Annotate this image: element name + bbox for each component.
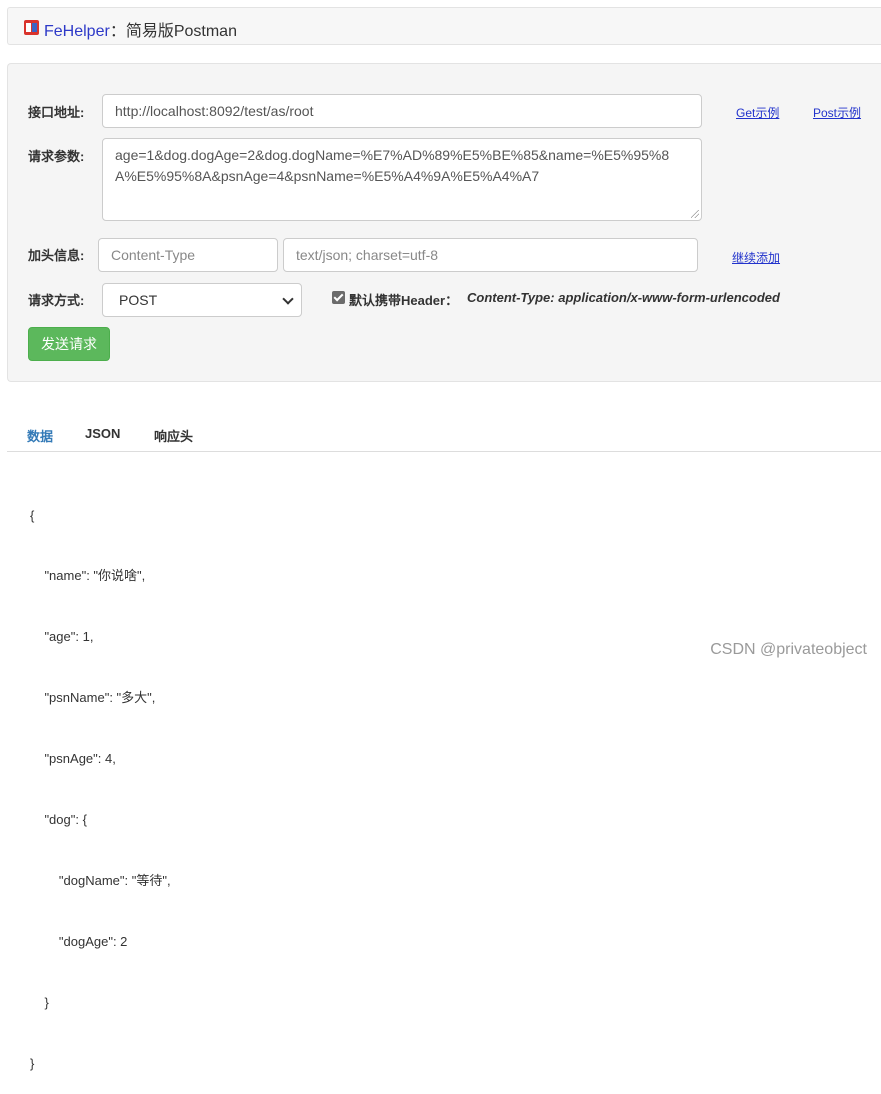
post-example-link[interactable]: Post示例 bbox=[813, 104, 861, 121]
chevron-down-icon bbox=[282, 293, 294, 305]
code-line: { bbox=[30, 507, 35, 523]
add-header-link[interactable]: 继续添加 bbox=[732, 249, 780, 266]
tab-json[interactable]: JSON bbox=[85, 426, 120, 441]
watermark: CSDN @privateobject bbox=[710, 641, 867, 658]
response-body: { "name": "你说啥", "age": 1, "psnName": "多… bbox=[30, 465, 171, 1094]
method-label: 请求方式: bbox=[28, 293, 85, 308]
brand-name: FeHelper bbox=[44, 23, 110, 40]
url-input[interactable]: http://localhost:8092/test/as/root bbox=[102, 94, 702, 128]
app-header: FeHelper：简易版Postman bbox=[7, 7, 881, 45]
default-header-checkbox[interactable] bbox=[332, 291, 345, 304]
code-line: "psnAge": 4, bbox=[30, 751, 116, 767]
code-line: "dogName": "等待", bbox=[30, 872, 171, 888]
method-selected: POST bbox=[119, 292, 158, 308]
params-label: 请求参数: bbox=[28, 149, 85, 164]
title-separator: ： bbox=[109, 23, 126, 40]
get-example-link[interactable]: Get示例 bbox=[736, 104, 779, 121]
page-title: FeHelper：简易版Postman bbox=[44, 17, 237, 41]
tab-response-headers[interactable]: 响应头 bbox=[154, 426, 193, 445]
send-request-button[interactable]: 发送请求 bbox=[28, 327, 110, 361]
title-subtitle: 简易版Postman bbox=[125, 23, 237, 40]
tabs-divider bbox=[7, 451, 881, 452]
code-line: "dogAge": 2 bbox=[30, 933, 128, 949]
params-text: age=1&dog.dogAge=2&dog.dogName=%E7%AD%89… bbox=[115, 147, 670, 184]
code-line: } bbox=[30, 1055, 35, 1071]
code-line: } bbox=[30, 994, 49, 1010]
default-header-label: 默认携带Header： bbox=[349, 293, 459, 308]
tab-data[interactable]: 数据 bbox=[27, 426, 53, 445]
default-header-value: Content-Type: application/x-www-form-url… bbox=[467, 290, 780, 305]
params-textarea[interactable]: age=1&dog.dogAge=2&dog.dogName=%E7%AD%89… bbox=[102, 138, 702, 221]
header-value-input[interactable]: text/json; charset=utf-8 bbox=[283, 238, 698, 272]
resize-grip-icon[interactable] bbox=[691, 210, 699, 218]
code-line: "name": "你说啥", bbox=[30, 568, 146, 584]
code-line: "dog": { bbox=[30, 812, 87, 828]
code-line: "age": 1, bbox=[30, 629, 94, 645]
method-select[interactable]: POST bbox=[102, 283, 302, 317]
header-label: 加头信息: bbox=[28, 248, 85, 263]
code-line: "psnName": "多大", bbox=[30, 690, 156, 706]
fehelper-logo-icon bbox=[24, 20, 39, 35]
header-key-input[interactable]: Content-Type bbox=[98, 238, 278, 272]
url-label: 接口地址: bbox=[28, 105, 85, 120]
